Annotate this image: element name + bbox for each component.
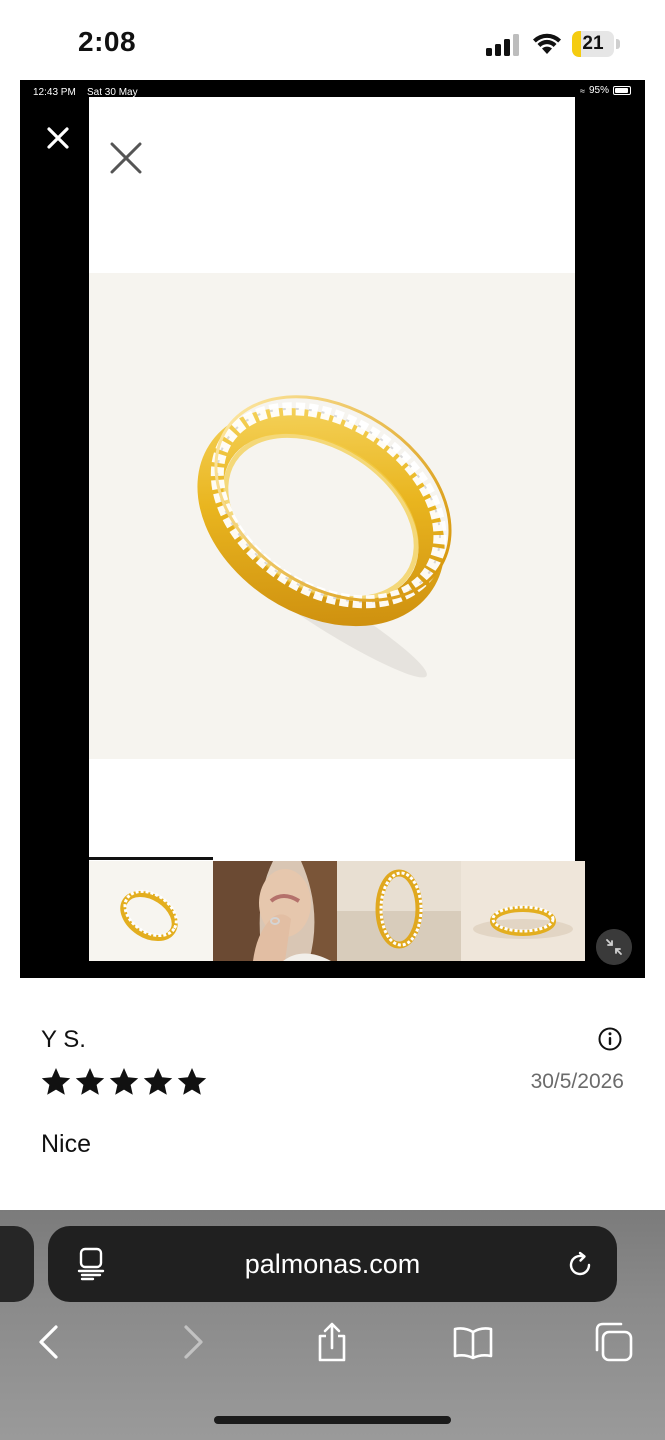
embedded-status-time: 12:43 PM bbox=[33, 87, 76, 98]
ring-image bbox=[197, 395, 452, 678]
address-bar[interactable]: palmonas.com bbox=[48, 1226, 617, 1302]
share-icon[interactable] bbox=[312, 1322, 352, 1362]
thumbnail-3[interactable] bbox=[337, 857, 461, 961]
star-rating bbox=[40, 1066, 208, 1098]
product-gallery-modal bbox=[89, 97, 585, 961]
star-icon bbox=[143, 1068, 173, 1095]
signal-icon bbox=[486, 34, 519, 56]
star-icon bbox=[41, 1068, 71, 1095]
safari-toolbar: palmonas.com bbox=[0, 1210, 665, 1440]
thumbnail-strip bbox=[89, 857, 585, 961]
thumbnail-1[interactable] bbox=[89, 857, 213, 961]
review-card: Y S. 30/5/2026 Nice bbox=[0, 978, 665, 1218]
tabs-icon[interactable] bbox=[593, 1322, 633, 1362]
previous-tab-preview[interactable] bbox=[0, 1226, 34, 1302]
wifi-icon bbox=[533, 33, 561, 54]
battery-level: 21 bbox=[582, 33, 604, 54]
battery-icon: 21 bbox=[572, 31, 620, 57]
star-icon bbox=[177, 1068, 207, 1095]
reload-icon[interactable] bbox=[565, 1250, 595, 1280]
review-text: Nice bbox=[41, 1130, 92, 1158]
url-text: palmonas.com bbox=[244, 1249, 421, 1279]
status-bar: 2:08 21 bbox=[0, 0, 665, 80]
reviewer-name: Y S. bbox=[41, 1026, 86, 1053]
home-indicator bbox=[214, 1416, 451, 1424]
close-icon[interactable] bbox=[44, 124, 72, 152]
info-icon[interactable] bbox=[598, 1027, 622, 1051]
forward-icon[interactable] bbox=[173, 1322, 213, 1362]
embedded-battery: ≈ 95% bbox=[580, 85, 631, 96]
review-date: 30/5/2026 bbox=[530, 1070, 624, 1093]
shrink-icon[interactable] bbox=[596, 929, 632, 965]
status-time: 2:08 bbox=[78, 26, 137, 57]
bookmarks-icon[interactable] bbox=[453, 1322, 493, 1362]
star-icon bbox=[109, 1068, 139, 1095]
thumbnail-2[interactable] bbox=[213, 857, 337, 961]
embedded-wifi-icon: ≈ bbox=[580, 85, 585, 96]
thumbnail-4[interactable] bbox=[461, 857, 585, 961]
embedded-screenshot: 12:43 PM Sat 30 May ≈ 95% bbox=[20, 80, 645, 978]
product-image bbox=[89, 273, 575, 759]
back-icon[interactable] bbox=[29, 1322, 69, 1362]
embedded-battery-percent: 95% bbox=[588, 85, 609, 96]
close-icon[interactable] bbox=[109, 141, 143, 175]
embedded-battery-icon bbox=[613, 86, 631, 95]
star-icon bbox=[75, 1068, 105, 1095]
